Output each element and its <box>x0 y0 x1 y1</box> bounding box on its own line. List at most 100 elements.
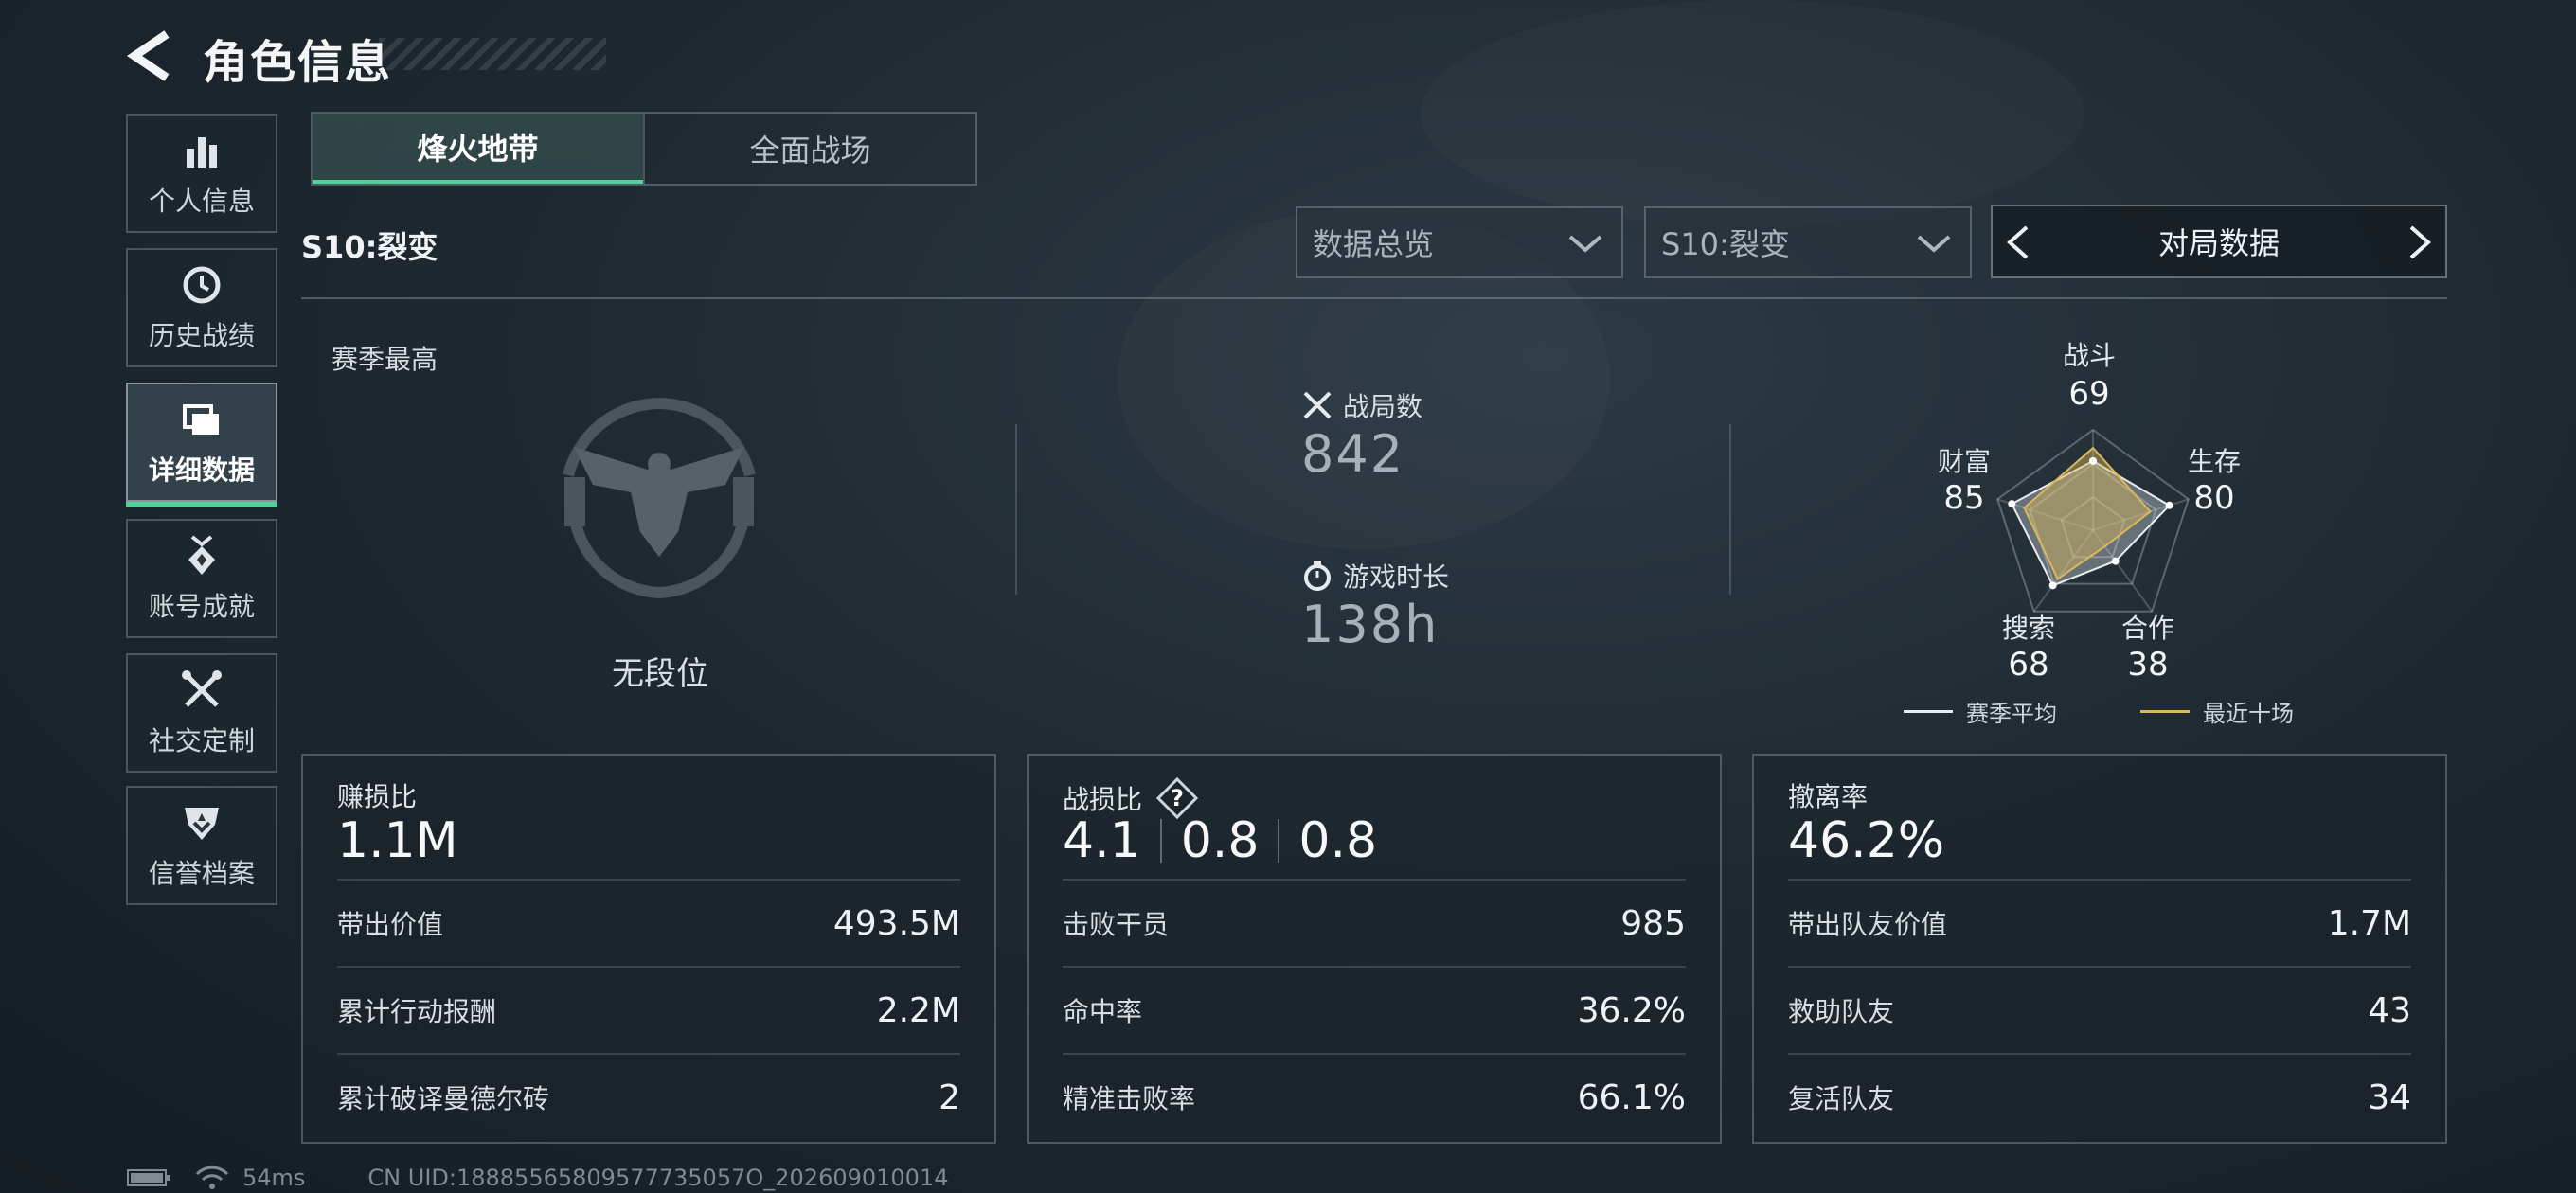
radar-axis-value: 38 <box>2127 646 2169 684</box>
stat-row-label: 命中率 <box>1063 996 1143 1027</box>
panel-main-value: 1.1M <box>337 812 458 869</box>
bar-chart-icon <box>187 137 217 168</box>
stat-row: 带出队友价值 1.7M <box>1788 879 2411 966</box>
matches-value: 842 <box>1301 424 1405 484</box>
stat-row: 精准击败率 66.1% <box>1063 1053 1686 1140</box>
stat-row: 救助队友 43 <box>1788 966 2411 1053</box>
stat-row-label: 带出价值 <box>337 909 444 940</box>
sidebar-item-label: 社交定制 <box>148 725 255 757</box>
stat-row-label: 累计行动报酬 <box>337 996 497 1027</box>
crossed-swords-icon <box>1303 391 1332 419</box>
kd-values: 4.1 0.8 0.8 <box>1063 812 1377 869</box>
stat-row-value: 985 <box>1620 903 1686 943</box>
season-dropdown[interactable]: S10:裂变 <box>1644 206 1972 278</box>
panel-main-value: 46.2% <box>1788 812 1945 869</box>
rank-name: 无段位 <box>612 655 708 693</box>
legend-season-average: 赛季平均 <box>1904 695 2057 728</box>
sidebar-item-label: 个人信息 <box>148 186 255 217</box>
stat-row: 击败干员 985 <box>1063 879 1686 966</box>
sidebar-item-label: 信誉档案 <box>148 858 255 889</box>
eagle-emblem-icon <box>563 398 756 599</box>
stat-row-label: 复活队友 <box>1788 1083 1895 1114</box>
playtime-stat: 游戏时长 138h <box>1301 557 1449 654</box>
stopwatch-icon <box>1304 561 1331 591</box>
stat-row-value: 1.7M <box>2327 903 2411 943</box>
stat-row-label: 带出队友价值 <box>1788 909 1948 940</box>
legend-label: 最近十场 <box>2203 701 2294 727</box>
extract-panel: 撤离率 46.2% 带出队友价值 1.7M 救助队友 43 复活队友 34 <box>1752 754 2447 1144</box>
season-best-label: 赛季最高 <box>331 344 438 375</box>
profit-panel: 赚损比 1.1M 带出价值 493.5M 累计行动报酬 2.2M 累计破译曼德尔… <box>301 754 996 1144</box>
stat-row-value: 66.1% <box>1577 1077 1686 1117</box>
playtime-label: 游戏时长 <box>1343 561 1450 593</box>
season-dropdown-value: S10:裂变 <box>1661 226 1790 262</box>
legend-label: 赛季平均 <box>1966 701 2057 727</box>
radar-axis-label: 战斗 <box>2063 340 2117 371</box>
sidebar-item-achievements[interactable]: 账号成就 <box>126 519 277 638</box>
stat-row: 复活队友 34 <box>1788 1053 2411 1140</box>
overview-dropdown[interactable]: 数据总览 <box>1296 206 1623 278</box>
section-divider <box>1729 424 1731 595</box>
radar-axis-value: 80 <box>2193 479 2235 517</box>
stat-row: 累计行动报酬 2.2M <box>337 966 960 1053</box>
svg-text:?: ? <box>1171 785 1184 811</box>
overview-dropdown-value: 数据总览 <box>1313 226 1435 262</box>
sidebar-item-credit[interactable]: 信誉档案 <box>126 786 277 905</box>
radar-point <box>2089 456 2097 465</box>
folders-icon <box>183 404 219 435</box>
stat-row-value: 2 <box>939 1077 960 1117</box>
mode-tabs: 烽火地带 全面战场 <box>311 112 977 186</box>
sidebar-item-history[interactable]: 历史战绩 <box>126 248 277 367</box>
status-footer: 54ms CN UID:18885565809577735057O_202609… <box>127 1165 949 1191</box>
matches-stat: 战局数 842 <box>1301 386 1422 484</box>
chevron-left-icon[interactable] <box>2002 223 2034 261</box>
radar-point <box>2048 581 2057 590</box>
stat-row-value: 34 <box>2368 1077 2411 1117</box>
radar-point <box>2111 557 2120 565</box>
stat-row: 带出价值 493.5M <box>337 879 960 966</box>
history-clock-icon <box>183 266 221 304</box>
radar-axis-value: 69 <box>2068 375 2110 413</box>
radar-axis-label: 搜索 <box>2002 613 2056 644</box>
radar-axis-label: 财富 <box>1938 446 1992 477</box>
stat-row-value: 43 <box>2368 990 2411 1030</box>
season-label: S10:裂变 <box>301 229 438 265</box>
stat-row-label: 累计破译曼德尔砖 <box>337 1083 550 1114</box>
back-arrow-icon[interactable] <box>125 28 174 83</box>
match-data-pager: 对局数据 <box>1991 205 2447 278</box>
radar-point <box>2165 501 2174 509</box>
panel-title: 赚损比 <box>337 781 418 812</box>
kd-value: 4.1 <box>1063 812 1141 869</box>
legend-swatch <box>1904 710 1953 713</box>
stat-row-label: 精准击败率 <box>1063 1083 1196 1114</box>
sidebar-item-detail-data[interactable]: 详细数据 <box>126 383 277 507</box>
sidebar-item-profile[interactable]: 个人信息 <box>126 114 277 233</box>
sidebar-item-social[interactable]: 社交定制 <box>126 653 277 773</box>
combat-panel: 战损比 ? 4.1 0.8 0.8 击败干员 985 命中率 36.2% 精准击… <box>1027 754 1722 1144</box>
kd-value: 0.8 <box>1298 812 1378 869</box>
legend-swatch <box>2140 710 2190 713</box>
chevron-right-icon[interactable] <box>2404 223 2436 261</box>
radar-axis-label: 生存 <box>2188 446 2242 477</box>
value-separator <box>1278 819 1280 863</box>
value-separator <box>1159 819 1162 863</box>
background-decor <box>1421 0 2084 227</box>
sidebar-item-label: 历史战绩 <box>148 320 255 351</box>
stat-row-value: 493.5M <box>832 903 960 943</box>
stat-row-label: 击败干员 <box>1063 909 1170 940</box>
panel-title: 战损比 <box>1063 784 1143 815</box>
matches-label: 战局数 <box>1343 391 1423 422</box>
pager-label: 对局数据 <box>2157 225 2280 261</box>
stat-row-value: 2.2M <box>876 990 960 1030</box>
tab-full-battlefield[interactable]: 全面战场 <box>643 114 975 184</box>
tab-hazard-zone[interactable]: 烽火地带 <box>313 114 643 184</box>
sidebar-item-label: 详细数据 <box>148 454 255 486</box>
tools-icon <box>182 670 222 707</box>
playtime-value: 138h <box>1301 595 1440 654</box>
shield-badge-icon <box>185 808 219 840</box>
panel-title: 撤离率 <box>1788 781 1869 812</box>
chevron-down-icon <box>1568 235 1602 253</box>
stat-row-value: 36.2% <box>1577 990 1686 1030</box>
stat-row: 命中率 36.2% <box>1063 966 1686 1053</box>
radar-axis-label: 合作 <box>2121 613 2175 644</box>
